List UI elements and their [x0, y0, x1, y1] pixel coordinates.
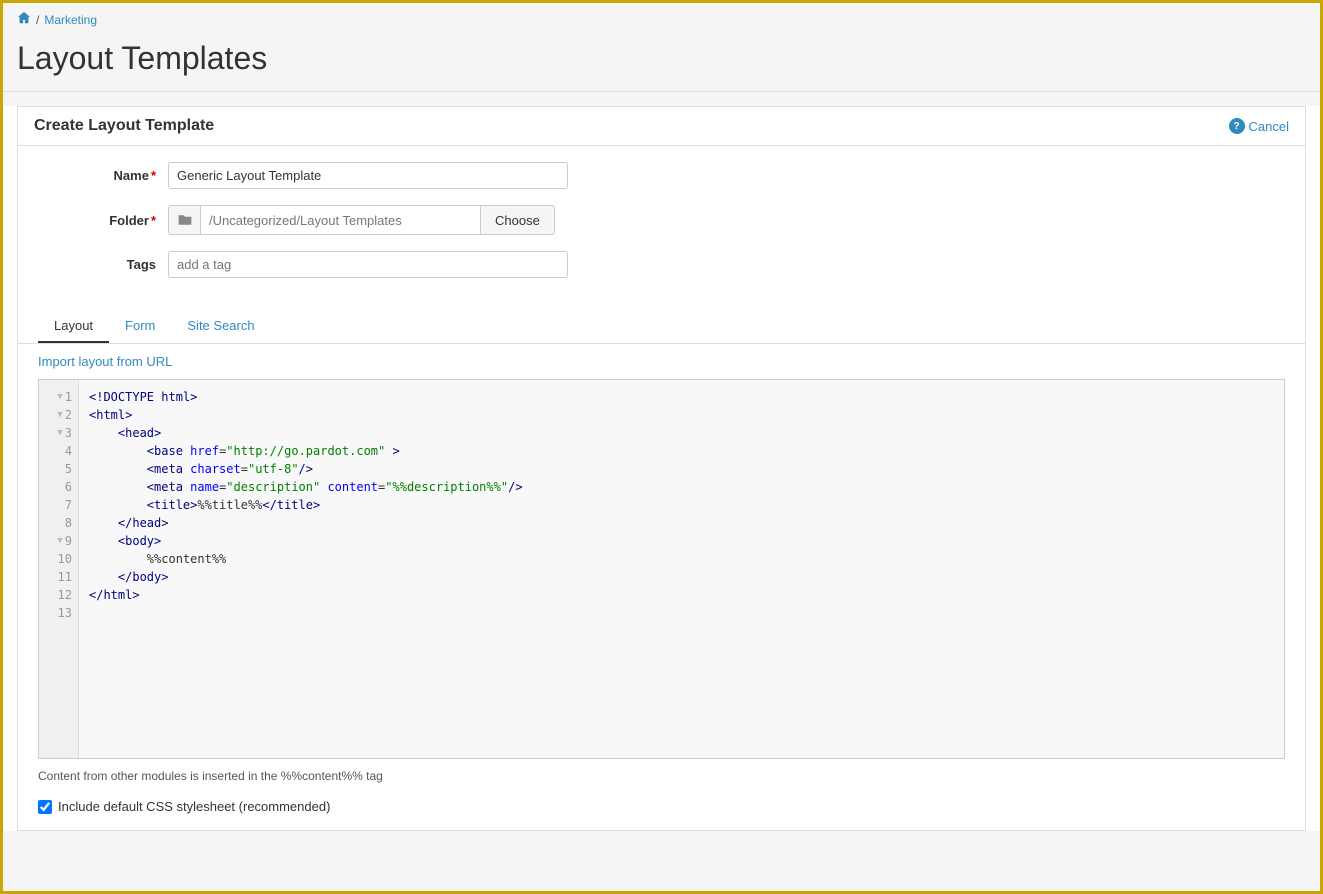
tab-layout[interactable]: Layout [38, 310, 109, 343]
tags-input[interactable] [168, 251, 568, 278]
required-star: * [151, 168, 156, 183]
form-panel-header: Create Layout Template ? Cancel [18, 107, 1305, 146]
cancel-label: Cancel [1249, 119, 1289, 134]
help-icon: ? [1229, 118, 1245, 134]
import-layout-link[interactable]: Import layout from URL [38, 354, 172, 369]
line-numbers: ▼1 ▼2 ▼3 4 5 6 7 8 ▼9 10 11 12 13 [39, 380, 79, 758]
default-css-checkbox[interactable] [38, 800, 52, 814]
tags-label: Tags [38, 257, 168, 272]
home-link[interactable] [17, 11, 31, 28]
folder-icon [168, 205, 200, 235]
choose-button[interactable]: Choose [480, 205, 555, 235]
name-row: Name* [38, 162, 1285, 189]
page-title: Layout Templates [3, 36, 1320, 92]
breadcrumb: / Marketing [3, 3, 1320, 36]
form-panel: Create Layout Template ? Cancel Name* Fo… [17, 106, 1306, 831]
tabs-bar: Layout Form Site Search [18, 310, 1305, 344]
folder-label: Folder* [38, 213, 168, 228]
default-css-label: Include default CSS stylesheet (recommen… [58, 799, 330, 814]
breadcrumb-section[interactable]: Marketing [44, 13, 97, 27]
folder-path-input[interactable] [200, 205, 480, 235]
name-label: Name* [38, 168, 168, 183]
form-panel-title: Create Layout Template [34, 117, 214, 135]
tab-form[interactable]: Form [109, 310, 171, 343]
folder-input-group: Choose [168, 205, 555, 235]
code-content[interactable]: <!DOCTYPE html> <html> <head> <base href… [79, 380, 1284, 758]
name-input[interactable] [168, 162, 568, 189]
main-content: Create Layout Template ? Cancel Name* Fo… [3, 106, 1320, 831]
footer-note: Content from other modules is inserted i… [18, 759, 1305, 793]
tab-site-search[interactable]: Site Search [171, 310, 270, 343]
cancel-link[interactable]: ? Cancel [1229, 118, 1289, 134]
form-fields: Name* Folder* Choose Tags [18, 146, 1305, 310]
breadcrumb-separator: / [36, 13, 39, 27]
folder-row: Folder* Choose [38, 205, 1285, 235]
code-editor[interactable]: ▼1 ▼2 ▼3 4 5 6 7 8 ▼9 10 11 12 13 <!DOCT… [38, 379, 1285, 759]
tags-row: Tags [38, 251, 1285, 278]
folder-required-star: * [151, 213, 156, 228]
checkbox-row: Include default CSS stylesheet (recommen… [18, 793, 1305, 830]
layout-section: Import layout from URL ▼1 ▼2 ▼3 4 5 6 7 … [18, 344, 1305, 759]
